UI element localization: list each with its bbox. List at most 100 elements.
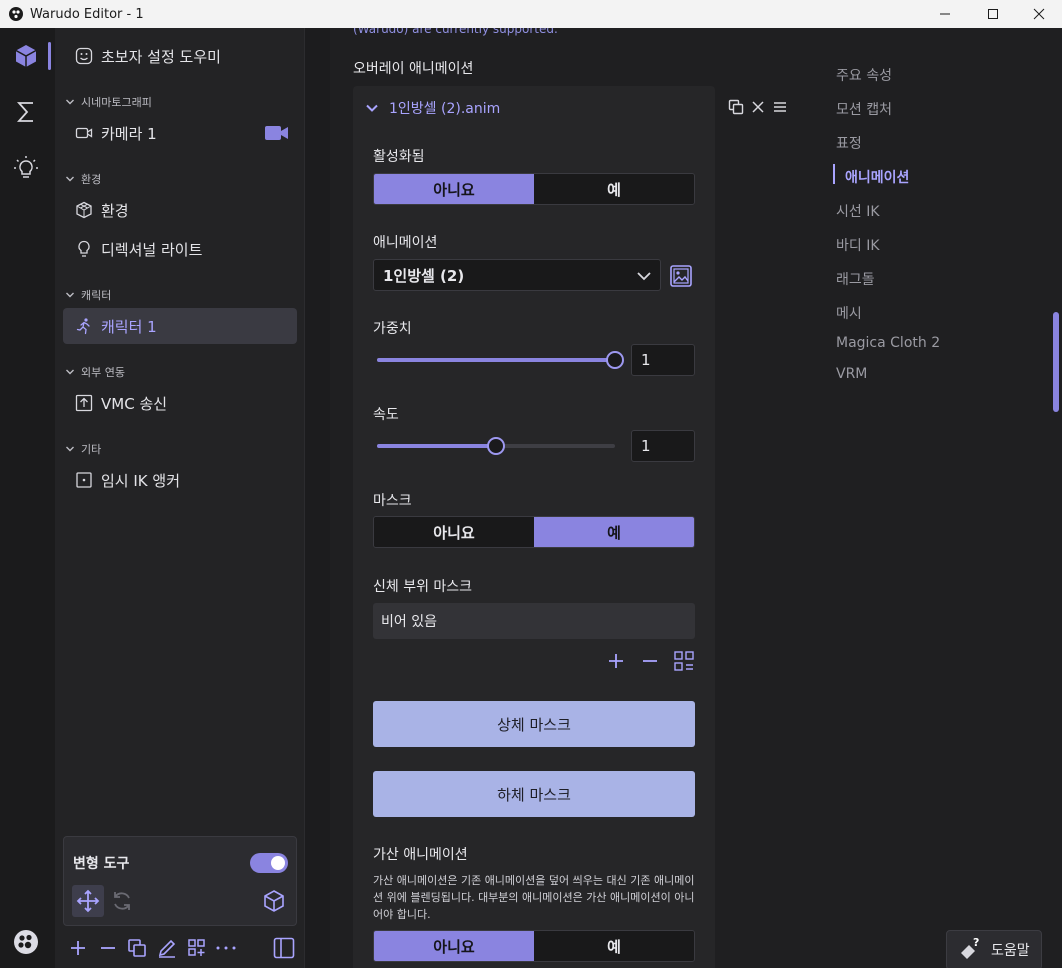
speed-slider[interactable]	[377, 437, 615, 455]
close-window-button[interactable]	[1016, 0, 1062, 28]
weight-input[interactable]: 1	[631, 344, 695, 376]
sidebar-item-label: VMC 송신	[101, 394, 168, 413]
more-horizontal-icon	[216, 946, 236, 950]
grid-list-icon	[674, 651, 694, 671]
nav-item-expressions[interactable]: 표정	[836, 133, 862, 153]
smiley-icon	[75, 47, 93, 65]
anchor-icon	[75, 471, 93, 489]
chevron-down-icon	[66, 292, 74, 298]
nav-item-look-ik[interactable]: 시선 IK	[836, 201, 880, 221]
inspector-scrollbar[interactable]	[1053, 312, 1059, 412]
sidebar-item-label: 카메라 1	[101, 124, 157, 143]
more-button[interactable]	[212, 934, 242, 962]
rail-warudo-button[interactable]	[10, 926, 42, 958]
animation-card-title: 1인방셀 (2).anim	[389, 101, 501, 117]
video-icon	[75, 124, 93, 142]
local-space-button[interactable]	[258, 885, 290, 917]
upper-body-mask-button[interactable]: 상체 마스크	[373, 701, 695, 747]
maximize-button[interactable]	[970, 0, 1016, 28]
sidebar-item-character[interactable]: 캐릭터 1	[63, 308, 297, 344]
additive-yes-option[interactable]: 예	[534, 931, 694, 961]
additive-no-option[interactable]: 아니요	[374, 931, 534, 961]
animation-card-actions	[725, 96, 791, 118]
collapse-panel-button[interactable]	[269, 934, 299, 962]
svg-text:?: ?	[973, 937, 979, 949]
rename-button[interactable]	[152, 934, 182, 962]
minimize-button[interactable]	[922, 0, 968, 28]
weight-slider-fill	[377, 358, 615, 362]
body-mask-edit-button[interactable]	[667, 648, 701, 674]
rail-tips-button[interactable]	[10, 152, 42, 184]
sidebar-section-label: 기타	[81, 443, 102, 456]
body-mask-list[interactable]: 비어 있음	[373, 603, 695, 639]
mask-toggle: 아니요 예	[373, 516, 695, 548]
sidebar-section-misc[interactable]: 기타	[65, 441, 101, 457]
lower-body-mask-button[interactable]: 하체 마스크	[373, 771, 695, 817]
weight-slider[interactable]	[377, 351, 624, 369]
nav-item-ragdoll[interactable]: 래그돌	[836, 269, 875, 289]
help-question-icon: ?	[961, 937, 979, 959]
remove-button[interactable]	[93, 934, 123, 962]
animation-card: 1인방셀 (2).anim 활성화됨 아니요 예 애니메이션 1인방셀 (2) …	[353, 86, 715, 968]
nav-item-vrm[interactable]: VRM	[836, 366, 867, 382]
rotate-tool-button[interactable]	[106, 885, 138, 917]
animation-browse-button[interactable]	[667, 262, 695, 290]
lightbulb-icon	[75, 240, 93, 258]
sidebar-item-environment[interactable]: 환경	[63, 192, 297, 228]
animation-card-header[interactable]: 1인방셀 (2).anim	[365, 98, 500, 118]
speed-input[interactable]: 1	[631, 430, 695, 462]
rail-active-indicator	[48, 42, 51, 70]
card-duplicate-button[interactable]	[725, 96, 747, 118]
rail-scene-button[interactable]	[10, 40, 42, 72]
nav-item-main-properties[interactable]: 주요 속성	[836, 65, 892, 85]
speed-slider-knob[interactable]	[487, 437, 505, 455]
mask-no-option[interactable]: 아니요	[374, 517, 534, 547]
weight-label: 가중치	[373, 321, 412, 337]
mask-yes-option[interactable]: 예	[534, 517, 694, 547]
copy-icon	[128, 939, 147, 957]
title-bar: Warudo Editor - 1	[0, 0, 1062, 28]
duplicate-button[interactable]	[122, 934, 152, 962]
nav-item-body-ik[interactable]: 바디 IK	[836, 235, 880, 255]
nav-item-animation[interactable]: 애니메이션	[845, 167, 909, 187]
sidebar-item-ik-anchor[interactable]: 임시 IK 앵커	[63, 462, 297, 498]
help-label: 도움말	[991, 943, 1030, 959]
sidebar-item-setup-wizard[interactable]: 초보자 설정 도우미	[63, 38, 297, 74]
add-button[interactable]	[63, 934, 93, 962]
nav-item-motion-capture[interactable]: 모션 캡처	[836, 99, 892, 119]
card-remove-button[interactable]	[747, 96, 769, 118]
card-menu-button[interactable]	[769, 96, 791, 118]
minus-icon	[100, 947, 115, 949]
enabled-no-option[interactable]: 아니요	[374, 174, 534, 204]
body-mask-remove-button[interactable]	[633, 648, 667, 674]
add-group-button[interactable]	[182, 934, 212, 962]
sidebar-toggle-icon	[273, 937, 295, 959]
sidebar-item-directional-light[interactable]: 디렉셔널 라이트	[63, 231, 297, 267]
sidebar-section-cinematography[interactable]: 시네마토그래피	[65, 94, 152, 110]
move-arrows-icon	[76, 889, 100, 913]
move-tool-button[interactable]	[72, 885, 104, 917]
help-button[interactable]: ? 도움말	[946, 930, 1042, 968]
enabled-yes-option[interactable]: 예	[534, 174, 694, 204]
sidebar-item-vmc-sender[interactable]: VMC 송신	[63, 385, 297, 421]
sidebar-item-label: 초보자 설정 도우미	[101, 47, 221, 66]
sidebar-item-camera[interactable]: 카메라 1	[63, 115, 297, 151]
nav-item-mesh[interactable]: 메시	[836, 303, 862, 323]
body-mask-add-button[interactable]	[599, 648, 633, 674]
weight-slider-knob[interactable]	[606, 351, 624, 369]
transform-tool-toggle[interactable]	[250, 853, 288, 873]
sidebar-section-character[interactable]: 캐릭터	[65, 287, 111, 303]
chevron-down-icon	[66, 99, 74, 105]
chevron-down-icon	[66, 176, 74, 182]
grid-add-icon	[187, 939, 205, 956]
copy-icon	[728, 99, 744, 115]
sidebar-section-environment[interactable]: 환경	[65, 171, 101, 187]
chevron-down-icon	[366, 104, 378, 112]
rail-blueprint-button[interactable]	[10, 96, 42, 128]
left-rail	[0, 28, 55, 968]
pencil-icon	[158, 939, 176, 958]
nav-item-magica-cloth[interactable]: Magica Cloth 2	[836, 335, 940, 351]
close-icon	[752, 101, 764, 113]
sidebar-section-integration[interactable]: 외부 연동	[65, 364, 125, 380]
animation-select[interactable]: 1인방셀 (2)	[373, 259, 661, 291]
